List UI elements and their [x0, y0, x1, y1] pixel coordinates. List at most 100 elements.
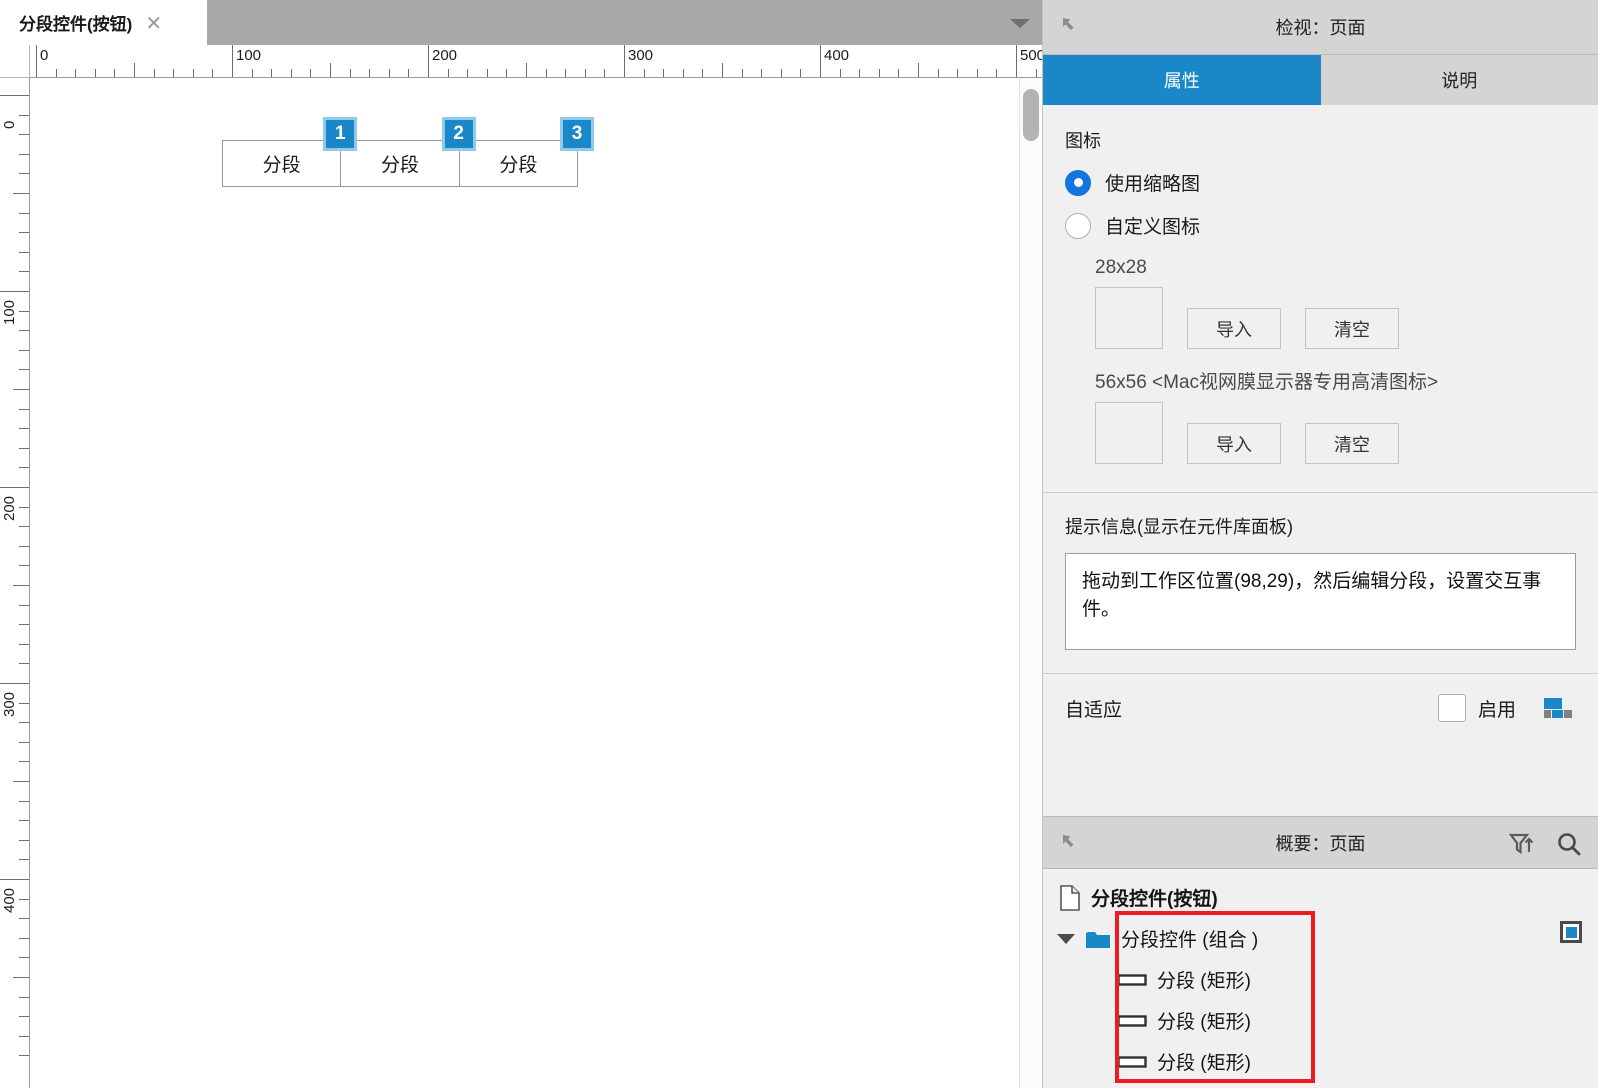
ruler-major-tick [232, 45, 233, 77]
filter-icon[interactable] [1508, 831, 1534, 857]
ruler-label: 0 [40, 47, 49, 64]
ruler-minor-tick [996, 69, 998, 77]
ruler-major-tick [0, 683, 29, 684]
canvas-surface[interactable]: 分段 1 分段 2 分段 3 [31, 79, 1018, 1088]
ruler-label: 200 [1, 495, 18, 521]
adaptive-views-icon[interactable] [1544, 698, 1572, 718]
segmented-control-widget[interactable]: 分段 1 分段 2 分段 3 [222, 117, 594, 187]
adaptive-section: 自适应 启用 [1043, 674, 1598, 742]
segment-3[interactable]: 分段 3 [459, 117, 594, 186]
segment-label: 分段 [499, 155, 538, 176]
ruler-minor-tick [173, 69, 175, 77]
ruler-minor-tick [604, 69, 606, 77]
tree-item-rect-2[interactable]: 分段 (矩形) [1043, 1000, 1598, 1041]
tree-item-rect-1[interactable]: 分段 (矩形) [1043, 959, 1598, 1000]
ruler-minor-tick [19, 761, 29, 763]
ruler-major-tick [0, 95, 29, 96]
right-panel: 检视：页面 属性 说明 图标 使用缩略图 自定义图标 28x28 导入 清空 5… [1042, 0, 1598, 1088]
ruler-corner [0, 45, 30, 78]
ruler-minor-tick [388, 69, 390, 77]
ruler-vertical[interactable]: 0 100 200 300 400 [0, 78, 30, 1088]
ruler-minor-tick [19, 643, 29, 645]
tips-section-title: 提示信息(显示在元件库面板) [1065, 517, 1293, 537]
ruler-minor-tick [839, 69, 841, 77]
ruler-minor-tick [153, 69, 155, 77]
ruler-minor-tick [19, 839, 29, 841]
radio-icon-unchecked[interactable] [1065, 212, 1091, 239]
ruler-horizontal[interactable]: 0 100 200 300 400 500 [30, 45, 1042, 78]
ruler-minor-tick [545, 69, 547, 77]
tips-section: 提示信息(显示在元件库面板) [1043, 493, 1598, 673]
close-icon[interactable]: ✕ [145, 13, 162, 33]
tree-item-rect-3[interactable]: 分段 (矩形) [1043, 1041, 1598, 1082]
rectangle-icon [1117, 973, 1147, 986]
ruler-minor-tick [55, 69, 57, 77]
ruler-minor-tick [19, 232, 29, 234]
ruler-minor-tick [19, 937, 29, 939]
ruler-minor-tick [19, 173, 29, 175]
ruler-major-tick [0, 487, 29, 488]
ruler-label: 0 [1, 120, 18, 129]
ruler-major-tick [0, 879, 29, 880]
ruler-minor-tick [976, 69, 978, 77]
ruler-minor-tick [486, 69, 488, 77]
collapse-arrow-icon[interactable] [1061, 16, 1079, 34]
ruler-minor-tick [19, 153, 29, 155]
icon-row-28: 导入 清空 [1095, 287, 1576, 349]
ruler-minor-tick [19, 957, 29, 959]
tree-item-group[interactable]: 分段控件 (组合 ) [1043, 918, 1598, 959]
ruler-minor-tick [663, 69, 665, 77]
chevron-down-icon[interactable] [1010, 19, 1030, 28]
tab-title: 分段控件(按钮) [19, 15, 133, 34]
ruler-major-tick [1016, 45, 1017, 77]
tips-textarea[interactable] [1065, 553, 1576, 650]
ruler-major-tick [36, 45, 37, 77]
ruler-major-tick [428, 45, 429, 77]
icon-preview-56[interactable] [1095, 402, 1163, 464]
ruler-label: 400 [1, 887, 18, 913]
scrollbar-thumb[interactable] [1023, 89, 1039, 141]
icon-row-56: 导入 清空 [1095, 402, 1576, 464]
folder-icon [1086, 931, 1110, 948]
ruler-minor-tick [741, 69, 743, 77]
collapse-arrow-icon[interactable] [1061, 833, 1079, 851]
ruler-minor-tick [19, 114, 29, 116]
segment-badge-1[interactable]: 1 [323, 117, 358, 151]
ruler-minor-tick [643, 69, 645, 77]
ruler-minor-tick [584, 69, 586, 77]
outline-tree[interactable]: 分段控件(按钮) 分段控件 (组合 ) 分段 (矩形) 分段 (矩形) 分段 (… [1043, 869, 1598, 1088]
clear-button-28[interactable]: 清空 [1305, 308, 1399, 349]
radio-icon-checked[interactable] [1065, 169, 1091, 196]
ruler-minor-tick [330, 63, 331, 77]
tree-item-label: 分段 (矩形) [1157, 1053, 1251, 1074]
segment-1[interactable]: 分段 1 [223, 117, 358, 186]
segment-badge-2[interactable]: 2 [441, 117, 476, 151]
segment-badge-3[interactable]: 3 [559, 117, 594, 151]
clear-button-56[interactable]: 清空 [1305, 423, 1399, 464]
radio-custom-icon[interactable]: 自定义图标 [1065, 212, 1576, 239]
tab-properties[interactable]: 属性 [1043, 55, 1321, 105]
segment-2[interactable]: 分段 2 [341, 117, 476, 186]
tree-item-page[interactable]: 分段控件(按钮) [1043, 877, 1598, 918]
canvas-vertical-scrollbar[interactable] [1019, 79, 1041, 1088]
tab-description[interactable]: 说明 [1320, 55, 1598, 105]
icon-preview-28[interactable] [1095, 287, 1163, 349]
ruler-minor-tick [19, 800, 29, 802]
radio-use-thumbnail[interactable]: 使用缩略图 [1065, 169, 1576, 196]
ruler-minor-tick [859, 69, 861, 77]
outline-tools [1508, 831, 1582, 857]
search-icon[interactable] [1556, 831, 1582, 857]
chevron-down-icon[interactable] [1057, 933, 1075, 944]
tree-item-label: 分段控件(按钮) [1091, 889, 1218, 910]
visibility-toggle-icon[interactable] [1560, 921, 1582, 943]
ruler-minor-tick [526, 63, 527, 77]
import-button-28[interactable]: 导入 [1187, 308, 1281, 349]
outline-title: 概要：页面 [1275, 833, 1366, 854]
tab-page-segmented-control[interactable]: 分段控件(按钮) ✕ [0, 0, 207, 45]
adaptive-enable-checkbox[interactable] [1437, 694, 1466, 722]
ruler-minor-tick [19, 310, 29, 312]
ruler-minor-tick [134, 63, 135, 77]
import-button-56[interactable]: 导入 [1187, 423, 1281, 464]
ruler-minor-tick [19, 859, 29, 861]
ruler-minor-tick [114, 69, 116, 77]
